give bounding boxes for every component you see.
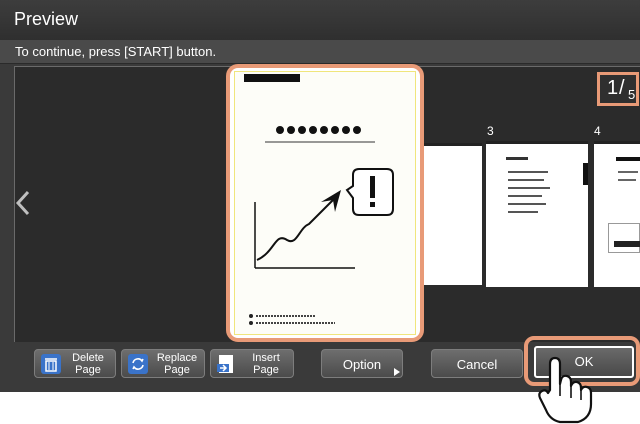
page-separator: / — [619, 77, 625, 99]
current-page-number: 1 — [607, 77, 619, 99]
delete-label-line2: Page — [75, 364, 101, 376]
instruction-bar: To continue, press [START] button. — [0, 40, 640, 64]
delete-page-button[interactable]: Delete Page — [34, 349, 116, 378]
page-number-3: 3 — [487, 124, 494, 138]
preview-screen: Preview To continue, press [START] butto… — [0, 0, 640, 392]
option-label: Option — [342, 357, 382, 372]
trash-icon — [41, 354, 61, 374]
page-counter: 1 / 5 — [597, 72, 639, 106]
insert-page-button[interactable]: Insert Page — [210, 349, 294, 378]
insert-label-line1: Insert — [252, 352, 280, 364]
replace-label-line2: Page — [164, 364, 190, 376]
cancel-label: Cancel — [456, 357, 498, 372]
page-thumbnail-3[interactable] — [486, 141, 588, 287]
total-pages: 5 — [628, 87, 636, 102]
triangle-right-icon — [394, 368, 400, 376]
instruction-text: To continue, press [START] button. — [15, 44, 217, 59]
page-number-4: 4 — [594, 124, 601, 138]
replace-label-line1: Replace — [156, 352, 198, 364]
replace-arrows-icon — [128, 354, 148, 374]
current-page-content — [234, 71, 416, 335]
delete-label-line1: Delete — [72, 352, 104, 364]
chevron-left-icon[interactable] — [14, 188, 32, 218]
page-thumbnail-4[interactable] — [594, 141, 640, 287]
insert-page-icon — [217, 355, 233, 373]
title-bar: Preview — [0, 0, 640, 40]
replace-page-button[interactable]: Replace Page — [121, 349, 205, 378]
page-document-content — [244, 74, 394, 325]
current-page-preview[interactable] — [226, 64, 424, 342]
window-title: Preview — [14, 9, 79, 29]
cancel-button[interactable]: Cancel — [431, 349, 523, 378]
option-button[interactable]: Option — [321, 349, 403, 378]
insert-label-line2: Page — [253, 364, 279, 376]
hand-pointer-icon — [538, 356, 593, 424]
